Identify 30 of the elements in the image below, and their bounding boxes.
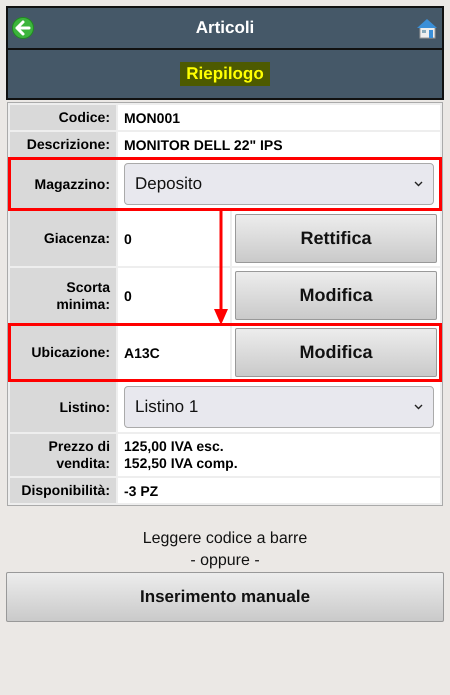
action-button[interactable]: Modifica (235, 328, 437, 377)
field-label: Listino: (59, 398, 110, 416)
chevron-down-icon (414, 404, 423, 410)
action-button[interactable]: Modifica (235, 271, 437, 320)
field-label: Magazzino: (34, 176, 110, 192)
section-title: Riepilogo (180, 62, 270, 86)
field-value: MONITOR DELL 22" IPS (124, 136, 283, 152)
price-text: 152,50 IVA comp. (124, 455, 238, 472)
field-label: Codice: (58, 109, 110, 126)
field-label: Scorta minima: (55, 278, 110, 312)
instruction-text: Leggere codice a barre (142, 529, 308, 549)
field-label: Descrizione: (26, 136, 110, 153)
field-label: Disponibilità: (21, 482, 110, 499)
separator-text: - oppure - (190, 551, 260, 571)
manual-entry-button[interactable]: Inserimento manuale (6, 572, 444, 622)
chevron-down-icon (414, 181, 423, 187)
action-button[interactable]: Rettifica (235, 214, 437, 263)
field-label: Ubicazione: (31, 344, 110, 361)
field-value: A13C (124, 344, 160, 360)
page-title: Articoli (196, 18, 254, 38)
field-value: 0 (124, 230, 132, 246)
field-value: 0 (124, 288, 132, 304)
price-text: 125,00 IVA esc. (124, 438, 225, 455)
field-value: -3 PZ (124, 482, 158, 498)
field-value: MON001 (124, 110, 180, 126)
dropdown[interactable]: Listino 1 (124, 386, 434, 428)
field-label: Giacenza: (44, 230, 110, 247)
field-label: Prezzo di vendita: (48, 438, 110, 472)
dropdown[interactable]: Deposito (124, 163, 434, 205)
home-icon[interactable] (416, 17, 438, 39)
